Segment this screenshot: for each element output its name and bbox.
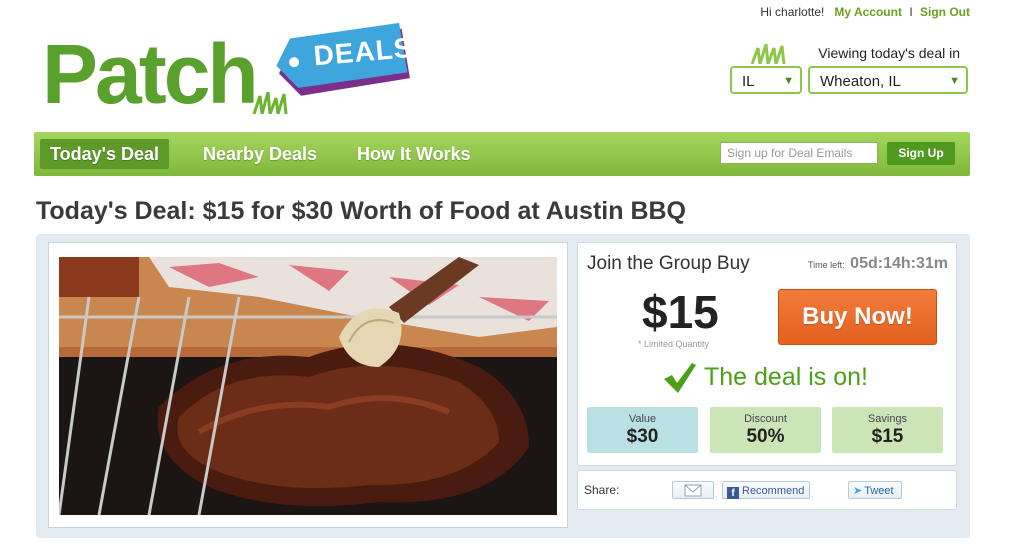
greeting: Hi charlotte! <box>760 5 825 19</box>
value-label: Value <box>628 413 657 425</box>
chevron-down-icon: ▼ <box>783 75 794 87</box>
recommend-label: Recommend <box>742 485 805 497</box>
discount-stat: Discount 50% <box>710 407 821 453</box>
city-select[interactable]: Wheaton, IL ▼ <box>808 66 968 94</box>
state-select[interactable]: IL ▼ <box>730 66 802 94</box>
chevron-down-icon: ▼ <box>949 75 960 87</box>
email-share-button[interactable] <box>672 481 714 499</box>
nav-how-it-works[interactable]: How It Works <box>347 139 481 169</box>
my-account-link[interactable]: My Account <box>834 5 902 19</box>
time-left-label: Time left: <box>807 260 845 270</box>
twitter-bird-icon: ➤ <box>853 485 863 497</box>
deal-photo-frame <box>48 242 568 528</box>
savings-amount: $15 <box>871 426 904 447</box>
savings-label: Savings <box>867 413 908 425</box>
time-left: Time left: 05d:14h:31m <box>808 255 948 273</box>
sign-out-link[interactable]: Sign Out <box>920 5 970 19</box>
share-box: Share: f Recommend ➤ Tweet <box>577 470 957 510</box>
facebook-icon: f <box>727 487 739 499</box>
share-label: Share: <box>584 483 620 497</box>
main-nav: Today's Deal Nearby Deals How It Works S… <box>34 132 970 176</box>
location-selector: Viewing today's deal in IL ▼ Wheaton, IL… <box>730 40 970 100</box>
location-label: Viewing today's deal in <box>818 45 960 61</box>
time-left-value: 05d:14h:31m <box>850 255 948 272</box>
logo-wordmark: Patch <box>42 27 259 121</box>
bbq-ribs-image <box>59 257 557 515</box>
value-stat: Value $30 <box>587 407 698 453</box>
nav-nearby-deals[interactable]: Nearby Deals <box>193 139 327 169</box>
deals-tag: DEALS <box>272 22 415 96</box>
buy-now-button[interactable]: Buy Now! <box>778 289 937 345</box>
page-title: Today's Deal: $15 for $30 Worth of Food … <box>36 197 686 225</box>
deal-email-input[interactable]: Sign up for Deal Emails <box>720 142 878 164</box>
deal-panel: Join the Group Buy Time left: 05d:14h:31… <box>36 234 970 538</box>
state-value: IL <box>742 73 755 90</box>
checkmark-icon <box>664 363 696 393</box>
deal-status: The deal is on! <box>662 361 868 395</box>
grass-icon <box>750 44 786 64</box>
discount-label: Discount <box>744 413 787 425</box>
savings-stat: Savings $15 <box>832 407 943 453</box>
limited-quantity-note: * Limited Quantity <box>638 339 710 349</box>
envelope-icon <box>684 484 702 497</box>
link-separator: I <box>909 5 913 19</box>
sign-up-button[interactable]: Sign Up <box>887 142 955 165</box>
tweet-button[interactable]: ➤ Tweet <box>848 481 902 499</box>
tweet-label: Tweet <box>864 485 894 497</box>
buy-box: Join the Group Buy Time left: 05d:14h:31… <box>577 242 957 466</box>
patch-deals-logo[interactable]: Patch DEALS <box>42 22 422 122</box>
deal-status-text: The deal is on! <box>704 363 868 391</box>
deal-price: $15 <box>642 286 719 338</box>
value-amount: $30 <box>626 426 659 447</box>
city-value: Wheaton, IL <box>820 73 901 90</box>
deal-photo <box>59 257 557 515</box>
discount-amount: 50% <box>746 426 785 447</box>
account-links: Hi charlotte! My Account I Sign Out <box>760 5 970 19</box>
join-group-buy-label: Join the Group Buy <box>587 253 750 274</box>
nav-todays-deal[interactable]: Today's Deal <box>40 139 169 169</box>
facebook-recommend-button[interactable]: f Recommend <box>722 481 810 499</box>
